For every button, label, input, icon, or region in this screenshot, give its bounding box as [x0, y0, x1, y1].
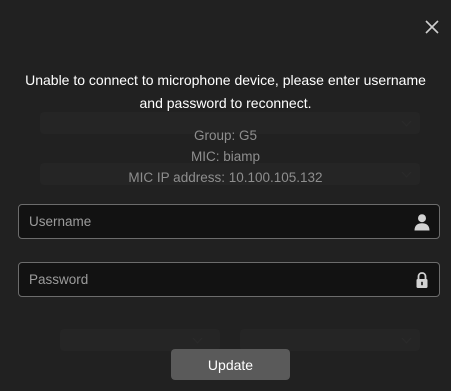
device-info: Group: G5 MIC: biamp MIC IP address: 10.…	[0, 125, 451, 188]
update-button[interactable]: Update	[171, 349, 290, 380]
close-button[interactable]	[423, 18, 441, 36]
dialog-frame: Unable to connect to microphone device, …	[0, 0, 451, 391]
username-input[interactable]	[19, 205, 439, 238]
reconnect-dialog: Unable to connect to microphone device, …	[0, 0, 451, 391]
mic-ip-label: MIC IP address: 10.100.105.132	[128, 170, 323, 185]
username-field[interactable]	[18, 204, 440, 239]
dialog-message: Unable to connect to microphone device, …	[25, 72, 426, 111]
mic-label: MIC: biamp	[190, 149, 261, 164]
group-label: Group: G5	[193, 128, 258, 143]
lock-icon	[416, 272, 428, 288]
close-icon	[425, 20, 439, 34]
user-icon	[414, 214, 430, 231]
password-input[interactable]	[19, 263, 439, 296]
password-field[interactable]	[18, 262, 440, 297]
